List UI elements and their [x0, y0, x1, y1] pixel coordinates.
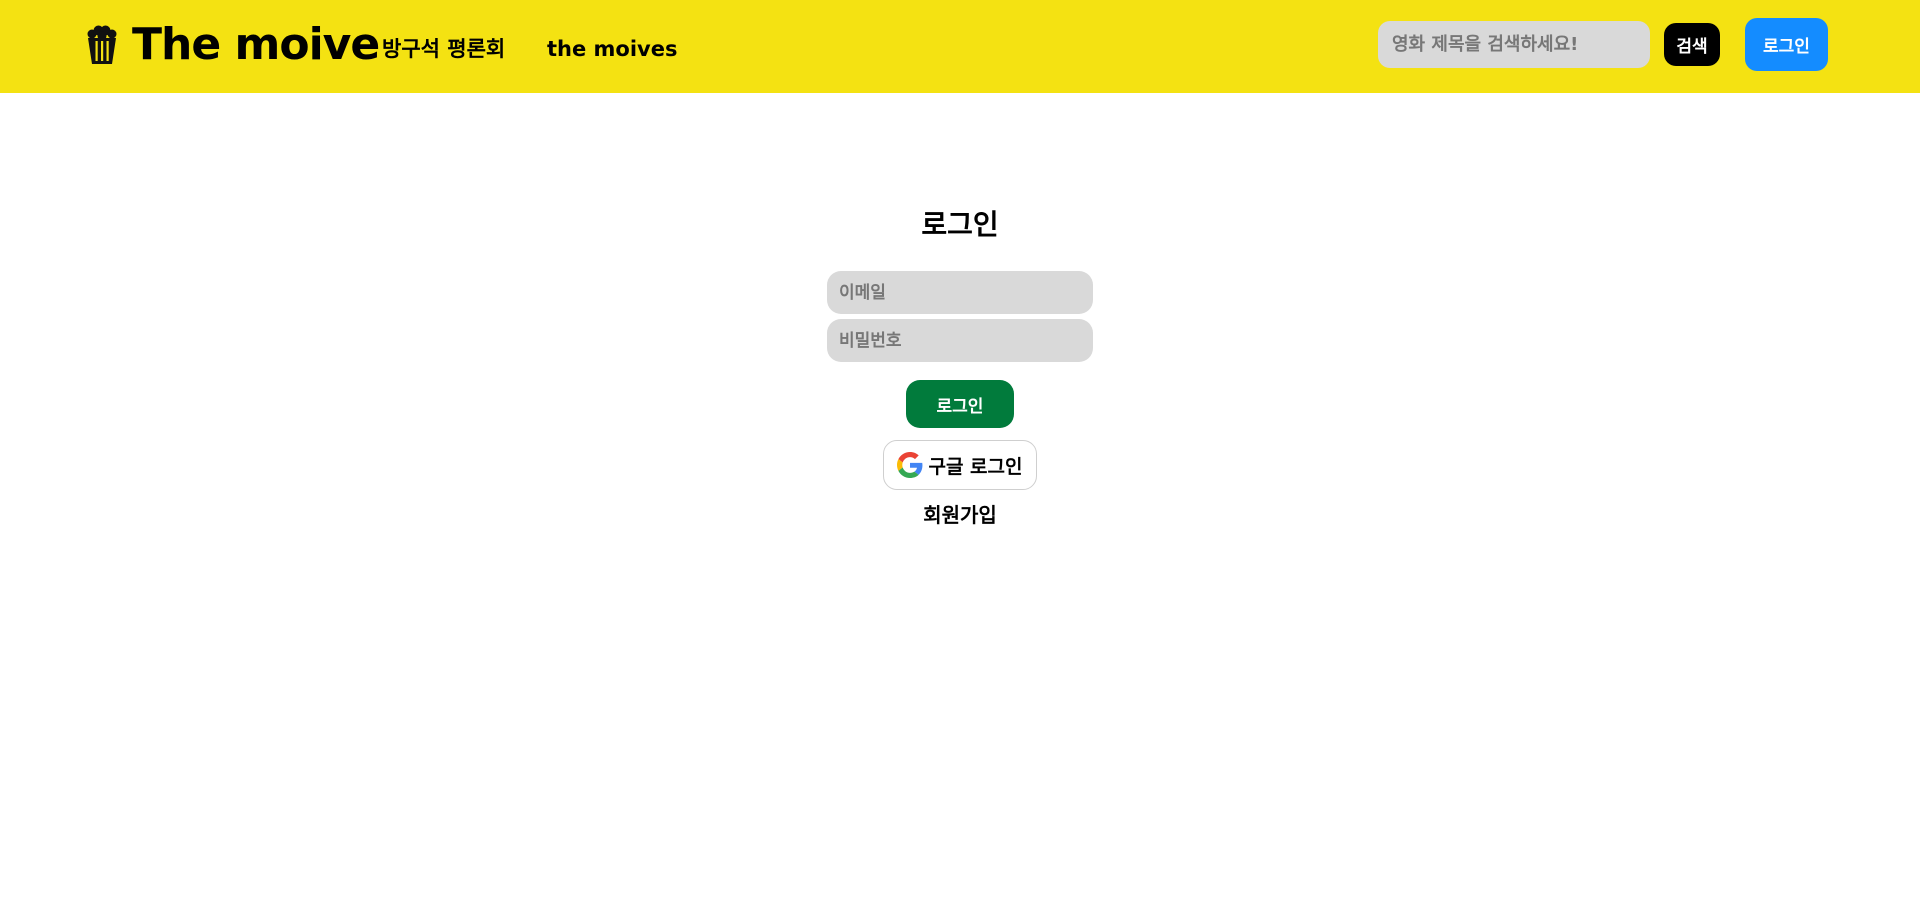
nav-link-review[interactable]: 방구석 평론회 — [382, 36, 505, 62]
nav-link-movies[interactable]: the moives — [547, 36, 677, 62]
google-login-button[interactable]: 구글 로그인 — [883, 440, 1037, 490]
logo-text: The moive — [132, 19, 380, 70]
password-field[interactable] — [827, 319, 1093, 362]
signup-link[interactable]: 회원가입 — [0, 502, 1920, 528]
search-input[interactable] — [1378, 21, 1650, 68]
top-header: The moive 방구석 평론회 the moives 검색 로그인 — [0, 0, 1920, 93]
google-login-label: 구글 로그인 — [928, 455, 1023, 478]
login-submit-button[interactable]: 로그인 — [906, 380, 1014, 428]
popcorn-icon — [87, 25, 117, 64]
site-logo[interactable]: The moive — [86, 19, 380, 70]
page-title: 로그인 — [921, 208, 999, 241]
search-button[interactable]: 검색 — [1664, 23, 1720, 66]
google-icon — [897, 452, 923, 478]
header-login-button[interactable]: 로그인 — [1745, 18, 1828, 71]
email-field[interactable] — [827, 271, 1093, 314]
